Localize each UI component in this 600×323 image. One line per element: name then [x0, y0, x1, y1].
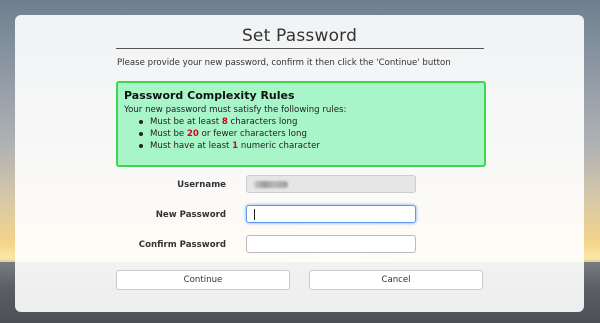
- rule-item: Must be at least 8 characters long: [138, 116, 320, 128]
- continue-button[interactable]: Continue: [116, 270, 290, 290]
- title-divider: [116, 48, 484, 49]
- dialog-title: Set Password: [241, 26, 358, 46]
- rules-intro: Your new password must satisfy the follo…: [124, 105, 347, 115]
- new-password-field[interactable]: [246, 205, 416, 223]
- dialog-instructions: Please provide your new password, confir…: [117, 58, 451, 68]
- confirm-password-label: Confirm Password: [138, 240, 226, 250]
- confirm-password-field[interactable]: [246, 235, 416, 253]
- rule-item: Must be 20 or fewer characters long: [138, 128, 320, 140]
- text-caret: [254, 209, 255, 220]
- rules-title: Password Complexity Rules: [124, 89, 295, 102]
- new-password-label: New Password: [155, 210, 226, 220]
- username-field: [246, 175, 416, 193]
- rule-item: Must have at least 1 numeric character: [138, 140, 320, 152]
- set-password-dialog: Set Password Please provide your new pas…: [15, 15, 584, 312]
- password-rules-box: Password Complexity Rules Your new passw…: [116, 81, 486, 167]
- rules-list: Must be at least 8 characters long Must …: [138, 116, 320, 152]
- cancel-button[interactable]: Cancel: [309, 270, 483, 290]
- rule-number: 20: [186, 129, 199, 139]
- blurred-username-value: [254, 181, 288, 188]
- username-label: Username: [177, 180, 226, 190]
